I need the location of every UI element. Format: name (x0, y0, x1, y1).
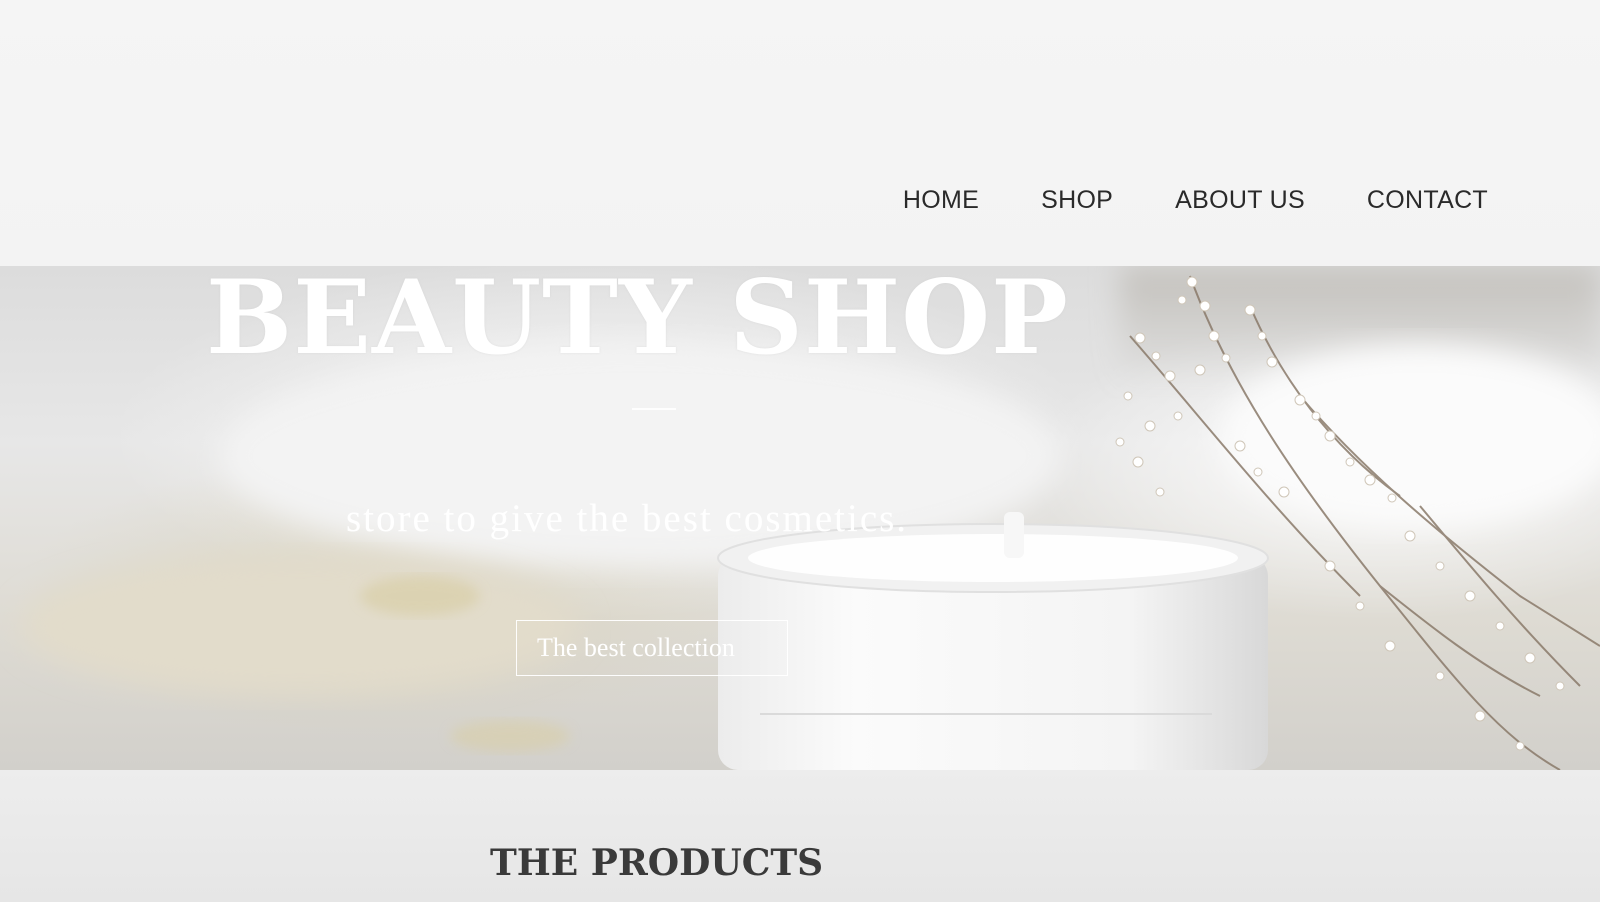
products-section: THE PRODUCTS (0, 770, 1600, 902)
nav-home-link[interactable]: HOME (903, 186, 979, 215)
site-header: HOME SHOP ABOUT US CONTACT (0, 0, 1600, 266)
nav-contact-link[interactable]: CONTACT (1367, 186, 1488, 215)
products-heading: THE PRODUCTS (490, 842, 824, 884)
hero-banner: BEAUTY SHOP store to give the best cosme… (0, 266, 1600, 770)
hero-subtitle: store to give the best cosmetics. (346, 497, 909, 540)
hero-title: BEAUTY SHOP (206, 266, 1069, 378)
hero-divider (632, 408, 676, 410)
page: HOME SHOP ABOUT US CONTACT BEAUTY SHOP s… (0, 0, 1600, 902)
main-nav: HOME SHOP ABOUT US CONTACT (841, 186, 1488, 215)
cream-jar (717, 512, 1269, 770)
collection-button[interactable]: The best collection (516, 620, 788, 676)
nav-about-link[interactable]: ABOUT US (1175, 186, 1305, 215)
nav-shop-link[interactable]: SHOP (1041, 186, 1113, 215)
